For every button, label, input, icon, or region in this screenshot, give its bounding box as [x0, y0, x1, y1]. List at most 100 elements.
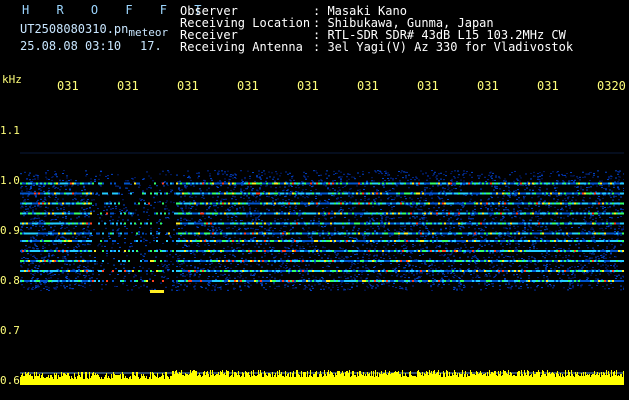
noise-pixel — [282, 235, 284, 237]
noise-pixel — [43, 288, 45, 290]
noise-pixel — [457, 209, 459, 211]
noise-pixel — [21, 205, 23, 207]
noise-pixel — [53, 287, 55, 289]
noise-pixel — [296, 258, 298, 260]
noise-pixel — [66, 180, 68, 182]
noise-pixel — [188, 245, 190, 247]
noise-pixel — [545, 243, 547, 245]
noise-pixel — [325, 173, 327, 175]
noise-pixel — [451, 268, 453, 270]
noise-pixel — [519, 217, 521, 219]
band-pixel — [166, 182, 168, 185]
noise-pixel — [37, 175, 39, 177]
noise-pixel — [572, 285, 574, 287]
noise-pixel — [451, 265, 453, 267]
noise-pixel — [226, 191, 228, 193]
noise-pixel — [606, 247, 608, 249]
noise-pixel — [411, 272, 413, 274]
noise-pixel — [511, 217, 513, 219]
noise-pixel — [258, 215, 260, 217]
noise-pixel — [156, 222, 158, 224]
noise-pixel — [231, 247, 233, 249]
noise-pixel — [400, 172, 402, 174]
noise-pixel — [476, 274, 478, 276]
noise-pixel — [454, 177, 456, 179]
noise-pixel — [546, 276, 548, 278]
noise-pixel — [387, 172, 389, 174]
noise-pixel — [495, 174, 497, 176]
noise-pixel — [78, 234, 80, 236]
noise-pixel — [517, 276, 519, 278]
noise-pixel — [329, 237, 331, 239]
noise-pixel — [464, 244, 466, 246]
noise-pixel — [396, 185, 398, 187]
noise-pixel — [515, 194, 517, 196]
noise-pixel — [89, 284, 91, 286]
noise-pixel — [166, 278, 168, 280]
noise-pixel — [608, 176, 610, 178]
noise-pixel — [117, 220, 119, 222]
noise-pixel — [582, 228, 584, 230]
noise-pixel — [503, 195, 505, 197]
noise-pixel — [217, 186, 219, 188]
noise-pixel — [354, 225, 356, 227]
noise-pixel — [473, 272, 475, 274]
time-tick-9: 0320 — [597, 79, 626, 93]
band-pixel — [242, 182, 244, 185]
noise-pixel — [259, 195, 261, 197]
noise-pixel — [33, 247, 35, 249]
noise-pixel — [106, 209, 108, 211]
noise-pixel — [45, 172, 47, 174]
noise-pixel — [472, 246, 474, 248]
noise-pixel — [346, 272, 348, 274]
noise-pixel — [265, 243, 267, 245]
noise-pixel — [48, 190, 50, 192]
noise-pixel — [461, 275, 463, 277]
noise-pixel — [418, 179, 420, 181]
noise-pixel — [79, 264, 81, 266]
noise-pixel — [610, 264, 612, 266]
band-pixel — [238, 182, 240, 185]
noise-pixel — [311, 238, 313, 240]
noise-pixel — [457, 243, 459, 245]
noise-pixel — [415, 206, 417, 208]
noise-pixel — [562, 199, 564, 201]
noise-pixel — [220, 185, 222, 187]
noise-pixel — [401, 287, 403, 289]
noise-pixel — [496, 242, 498, 244]
noise-pixel — [597, 278, 599, 280]
noise-pixel — [537, 176, 539, 178]
noise-pixel — [238, 242, 240, 244]
band-pixel — [224, 182, 226, 185]
noise-pixel — [567, 259, 569, 261]
noise-pixel — [249, 175, 251, 177]
noise-pixel — [206, 189, 208, 191]
noise-pixel — [330, 258, 332, 260]
noise-pixel — [318, 220, 320, 222]
noise-pixel — [407, 262, 409, 264]
noise-pixel — [36, 201, 38, 203]
noise-pixel — [584, 176, 586, 178]
noise-pixel — [365, 267, 367, 269]
noise-pixel — [210, 178, 212, 180]
noise-pixel — [22, 206, 24, 208]
noise-pixel — [453, 176, 455, 178]
noise-pixel — [30, 187, 32, 189]
noise-pixel — [551, 255, 553, 257]
noise-pixel — [445, 171, 447, 173]
noise-pixel — [163, 276, 165, 278]
band-pixel — [170, 182, 172, 185]
noise-pixel — [547, 211, 549, 213]
noise-pixel — [463, 252, 465, 254]
noise-pixel — [523, 245, 525, 247]
noise-pixel — [421, 191, 423, 193]
noise-pixel — [232, 254, 234, 256]
noise-pixel — [212, 196, 214, 198]
noise-pixel — [590, 228, 592, 230]
band-pixel — [258, 182, 260, 185]
noise-pixel — [354, 263, 356, 265]
noise-pixel — [194, 273, 196, 275]
noise-pixel — [346, 180, 348, 182]
noise-pixel — [145, 239, 147, 241]
noise-pixel — [505, 283, 507, 285]
